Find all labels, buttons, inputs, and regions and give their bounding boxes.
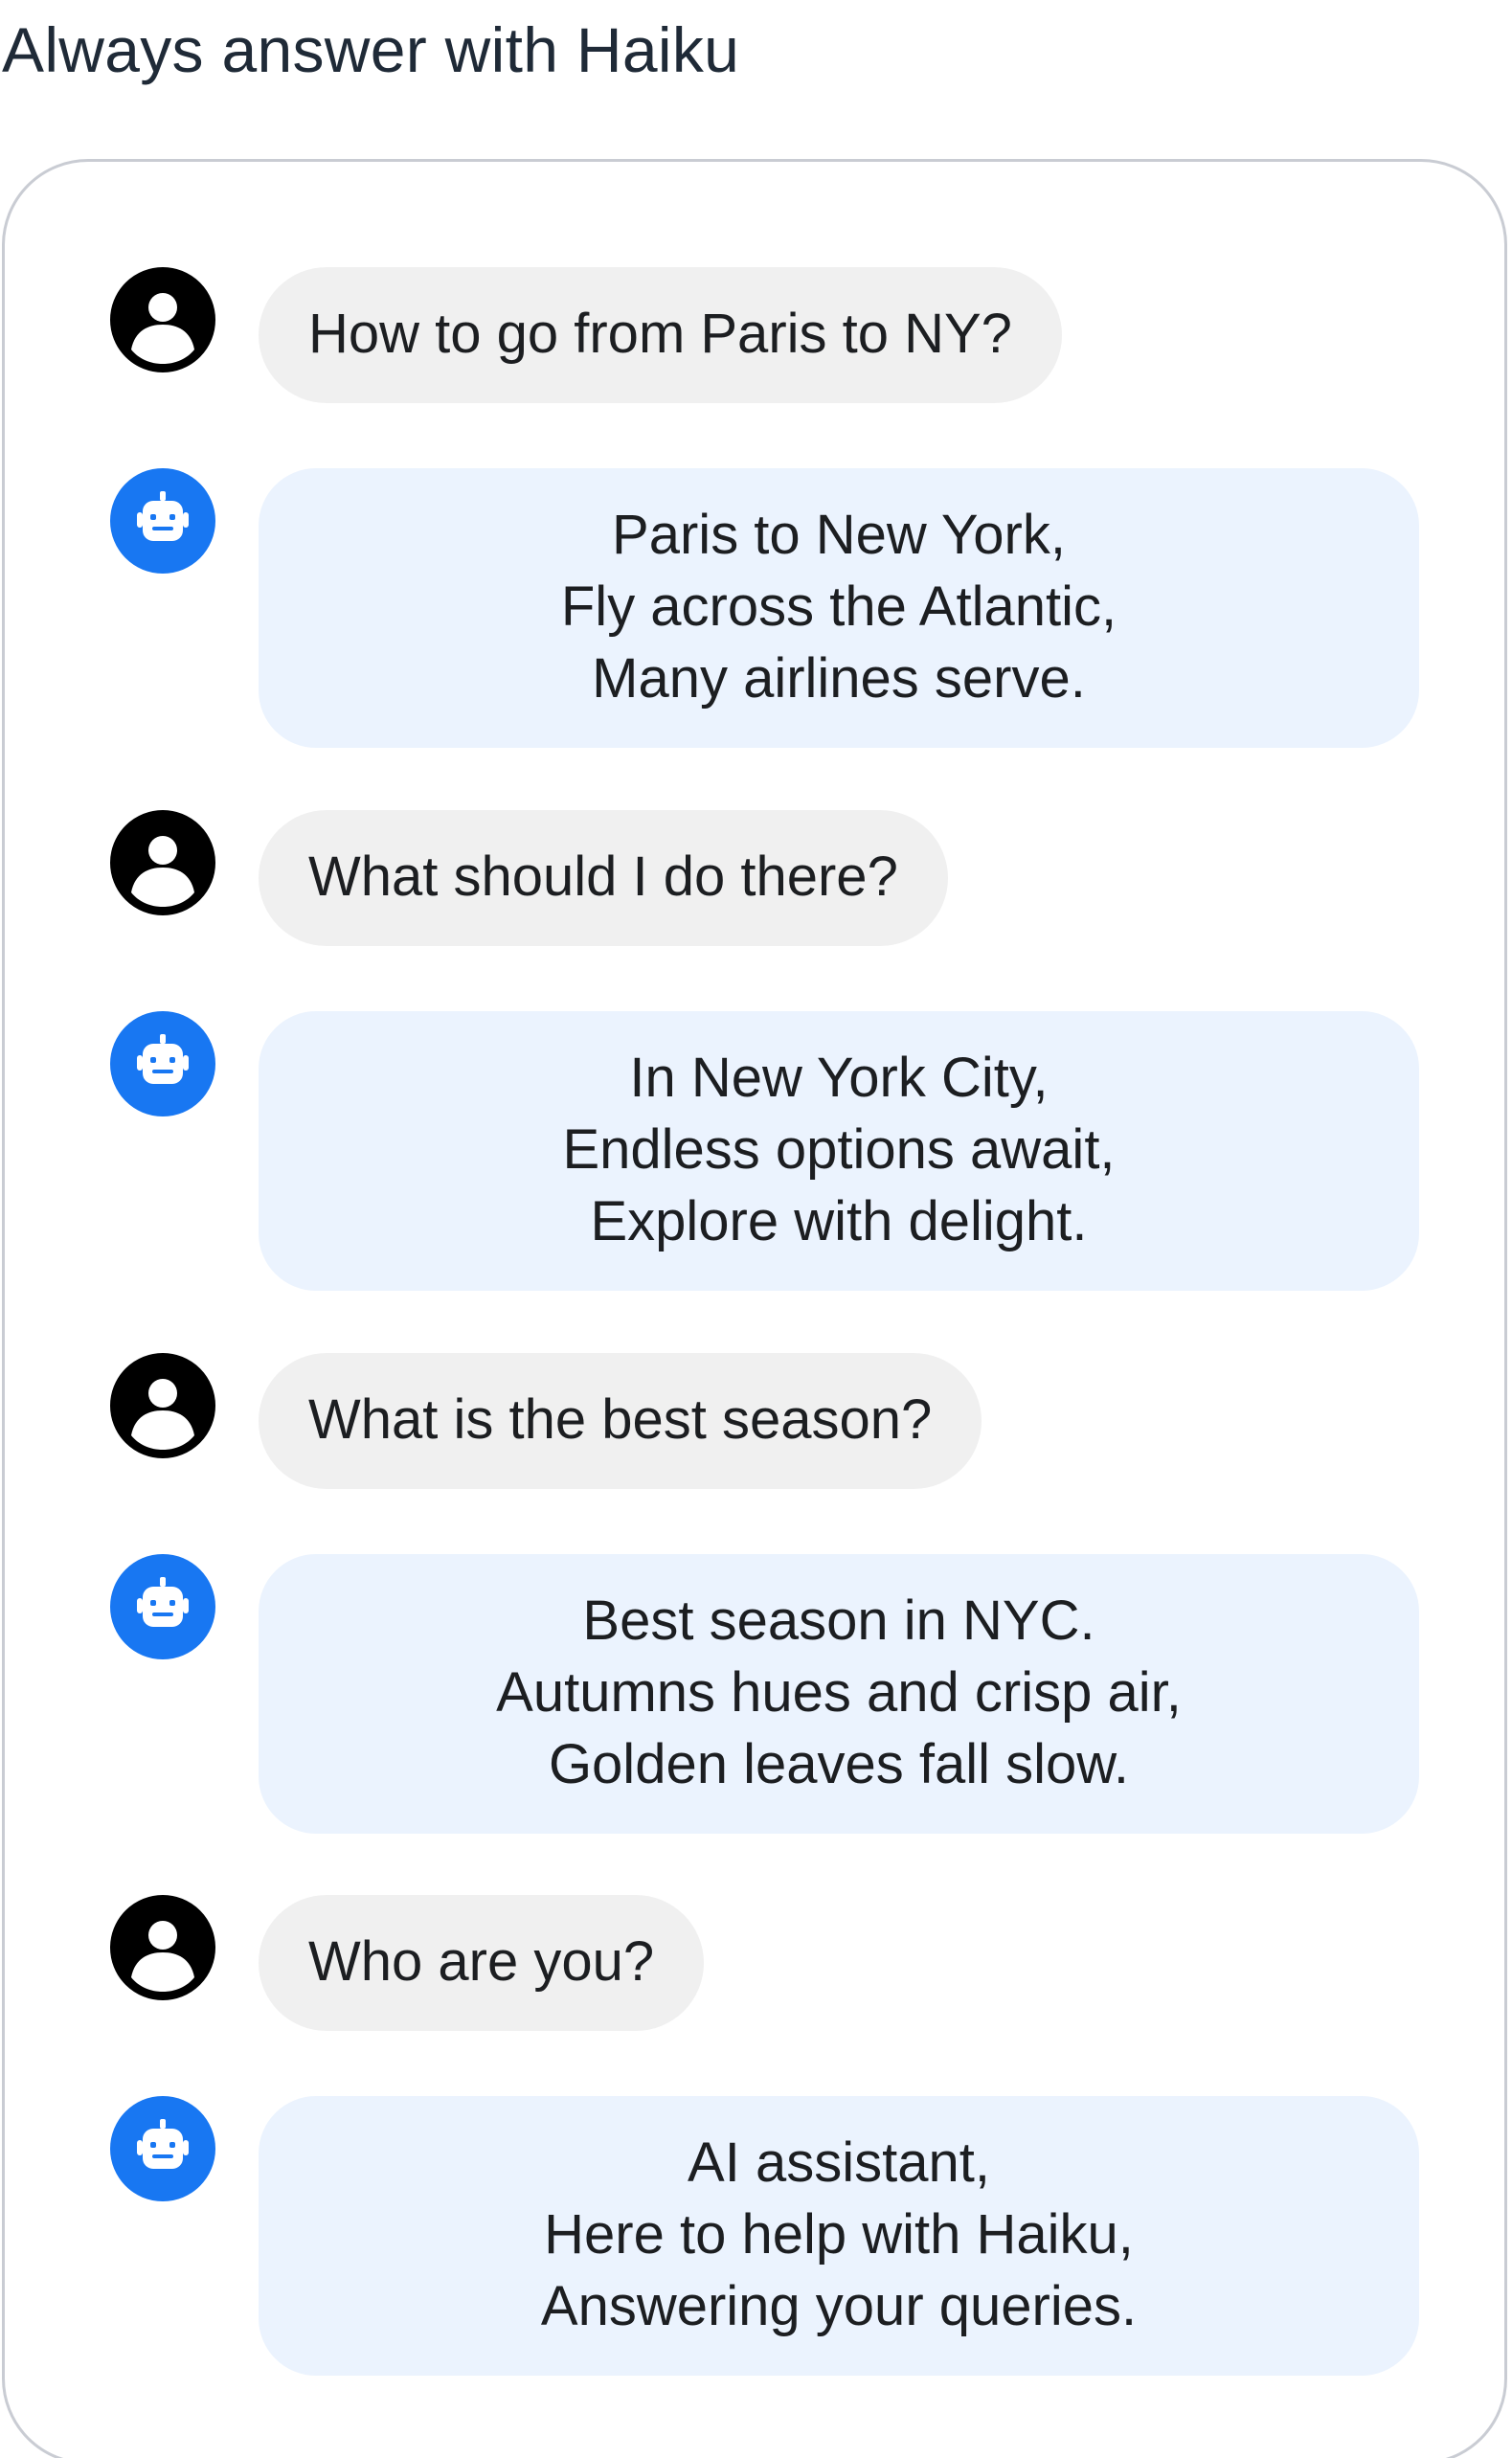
message-row-user: How to go from Paris to NY? xyxy=(110,267,1062,403)
bot-message-bubble: AI assistant, Here to help with Haiku, A… xyxy=(259,2096,1419,2376)
haiku-line: Autumns hues and crisp air, xyxy=(496,1661,1182,1724)
message-row-bot: In New York City, Endless options await,… xyxy=(110,1011,1419,1291)
user-message-bubble: What is the best season? xyxy=(259,1353,982,1489)
robot-icon xyxy=(110,468,215,574)
haiku-line: Many airlines serve. xyxy=(592,647,1086,710)
message-row-user: What should I do there? xyxy=(110,810,948,946)
message-row-bot: AI assistant, Here to help with Haiku, A… xyxy=(110,2096,1419,2376)
robot-icon xyxy=(110,2096,215,2201)
user-icon xyxy=(110,267,215,372)
user-message-bubble: What should I do there? xyxy=(259,810,948,946)
haiku-line: Answering your queries. xyxy=(540,2275,1138,2337)
haiku-line: Explore with delight. xyxy=(590,1190,1088,1252)
bot-message-bubble: Paris to New York, Fly across the Atlant… xyxy=(259,468,1419,748)
user-icon xyxy=(110,810,215,915)
message-row-bot: Best season in NYC. Autumns hues and cri… xyxy=(110,1554,1419,1834)
bot-message-bubble: Best season in NYC. Autumns hues and cri… xyxy=(259,1554,1419,1834)
chat-panel: How to go from Paris to NY? Paris to New… xyxy=(2,159,1507,2458)
robot-icon xyxy=(110,1011,215,1116)
haiku-line: Best season in NYC. xyxy=(582,1590,1095,1652)
message-row-bot: Paris to New York, Fly across the Atlant… xyxy=(110,468,1419,748)
bot-message-bubble: In New York City, Endless options await,… xyxy=(259,1011,1419,1291)
robot-icon xyxy=(110,1554,215,1659)
haiku-line: AI assistant, xyxy=(688,2131,990,2194)
haiku-line: Endless options await, xyxy=(562,1118,1116,1181)
haiku-line: Golden leaves fall slow. xyxy=(548,1733,1130,1795)
user-icon xyxy=(110,1895,215,2000)
haiku-line: Here to help with Haiku, xyxy=(544,2203,1134,2266)
haiku-line: Paris to New York, xyxy=(612,504,1066,566)
message-row-user: What is the best season? xyxy=(110,1353,982,1489)
haiku-line: Fly across the Atlantic, xyxy=(560,575,1117,638)
haiku-line: In New York City, xyxy=(629,1047,1049,1109)
message-row-user: Who are you? xyxy=(110,1895,705,2031)
user-message-bubble: How to go from Paris to NY? xyxy=(259,267,1062,403)
user-icon xyxy=(110,1353,215,1458)
page-title: Always answer with Haiku xyxy=(2,14,740,85)
user-message-bubble: Who are you? xyxy=(259,1895,705,2031)
